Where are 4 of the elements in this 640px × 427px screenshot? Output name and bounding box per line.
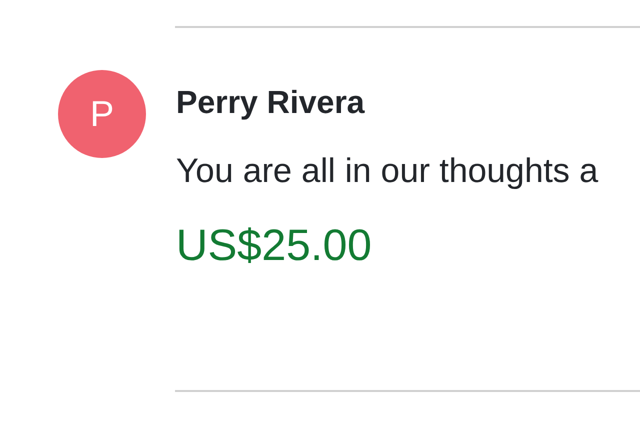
donor-name: Perry Rivera [176,83,366,122]
avatar: P [58,70,146,158]
donation-message: You are all in our thoughts a [176,151,600,192]
donation-amount: US$25.00 [176,220,373,272]
